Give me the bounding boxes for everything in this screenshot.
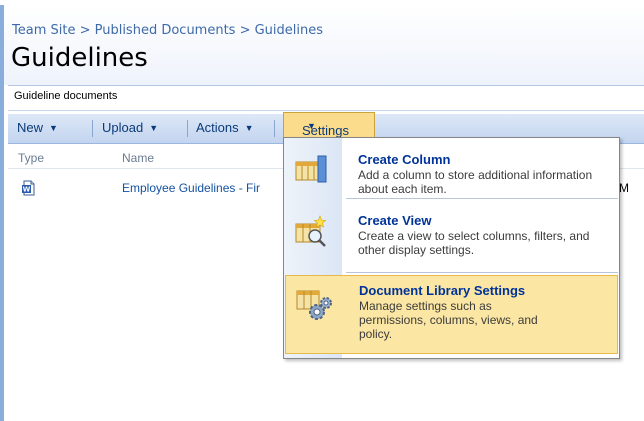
svg-text:W: W <box>23 186 31 194</box>
upload-label: Upload <box>102 120 144 135</box>
menu-item-description: Create a view to select columns, filters… <box>358 229 590 257</box>
menu-item-title: Create Column <box>358 152 451 167</box>
breadcrumb[interactable]: Team Site > Published Documents > Guidel… <box>12 23 323 38</box>
new-menu-button[interactable]: New ▼ <box>17 120 58 135</box>
webpart-title-bar: Guideline documents <box>8 85 644 111</box>
toolbar-separator <box>274 120 275 137</box>
create-view-icon <box>295 215 327 247</box>
menu-item-create-view[interactable]: Create View Create a view to select colu… <box>285 204 618 268</box>
menu-item-title: Create View <box>358 213 432 228</box>
webpart-title: Guideline documents <box>14 90 118 102</box>
word-document-icon[interactable]: W <box>21 180 37 196</box>
settings-dropdown-menu: Create Column Add a column to store addi… <box>283 137 620 359</box>
menu-item-title: Document Library Settings <box>359 283 526 298</box>
modified-cell-fragment: M <box>619 181 629 195</box>
menu-item-create-column[interactable]: Create Column Add a column to store addi… <box>285 143 618 196</box>
actions-menu-button[interactable]: Actions ▼ <box>196 120 254 135</box>
settings-menu-button[interactable]: Settings ▼ <box>283 112 375 138</box>
page-title: Guidelines <box>11 43 148 73</box>
toolbar-separator <box>92 120 93 137</box>
chevron-down-icon: ▼ <box>244 123 254 133</box>
upload-menu-button[interactable]: Upload ▼ <box>102 120 158 135</box>
menu-item-description: Add a column to store additional informa… <box>358 168 593 196</box>
document-link[interactable]: Employee Guidelines - Fir <box>122 181 260 195</box>
left-border <box>0 5 4 421</box>
menu-separator <box>346 198 618 199</box>
new-label: New <box>17 120 44 135</box>
chevron-down-icon: ▼ <box>49 123 58 133</box>
create-column-icon <box>295 155 327 183</box>
column-header-type[interactable]: Type <box>18 151 44 165</box>
chevron-down-icon: ▼ <box>149 123 159 133</box>
menu-item-description: Manage settings such as permissions, col… <box>359 299 538 341</box>
menu-item-document-library-settings[interactable]: Document Library Settings Manage setting… <box>285 275 618 354</box>
toolbar-separator <box>187 120 188 137</box>
column-header-name[interactable]: Name <box>122 151 154 165</box>
page-header: Team Site > Published Documents > Guidel… <box>0 5 644 85</box>
menu-separator <box>346 272 618 273</box>
actions-label: Actions <box>196 120 239 135</box>
library-settings-icon <box>296 290 332 320</box>
chevron-down-icon: ▼ <box>307 121 316 131</box>
